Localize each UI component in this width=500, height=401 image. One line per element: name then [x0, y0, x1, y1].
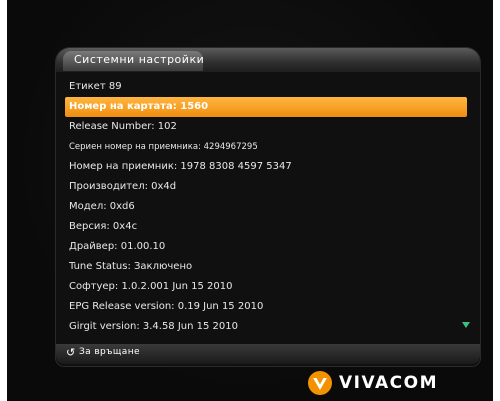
- info-row[interactable]: Release Number: 102: [65, 117, 467, 137]
- info-row[interactable]: Драйвер: 01.00.10: [65, 237, 467, 257]
- vivacom-v-logo-icon: [308, 371, 332, 395]
- tv-screen: Системни настройки Етикет 89 Номер на кар…: [7, 0, 493, 401]
- vivacom-logo: VIVACOM: [307, 370, 438, 396]
- back-label[interactable]: За връщане: [79, 347, 140, 357]
- panel-title: Системни настройки: [74, 53, 205, 66]
- info-row[interactable]: Модел: 0xd6: [65, 197, 467, 217]
- scroll-down-icon[interactable]: [462, 322, 470, 328]
- info-row-selected[interactable]: Номер на картата: 1560: [65, 97, 467, 117]
- info-row[interactable]: Номер на приемник: 1978 8308 4597 5347: [65, 157, 467, 177]
- info-row[interactable]: Girgit version: 3.4.58 Jun 15 2010: [65, 317, 467, 337]
- info-row[interactable]: Сериен номер на приемника: 4294967295: [65, 137, 467, 157]
- back-arrow-icon[interactable]: ↺: [66, 347, 76, 358]
- vivacom-logo-text: VIVACOM: [339, 373, 438, 393]
- info-row[interactable]: Софтуер: 1.0.2.001 Jun 15 2010: [65, 277, 467, 297]
- system-info-list: Етикет 89 Номер на картата: 1560 Release N…: [65, 77, 467, 337]
- info-row[interactable]: Етикет 89: [65, 77, 467, 97]
- info-row[interactable]: Tune Status: Заключено: [65, 257, 467, 277]
- info-row[interactable]: Версия: 0x4c: [65, 217, 467, 237]
- panel-footer: ↺ За връщане: [56, 344, 480, 364]
- info-row[interactable]: Производител: 0x4d: [65, 177, 467, 197]
- panel-header: Системни настройки: [56, 48, 480, 72]
- info-row[interactable]: EPG Release version: 0.19 Jun 15 2010: [65, 297, 467, 317]
